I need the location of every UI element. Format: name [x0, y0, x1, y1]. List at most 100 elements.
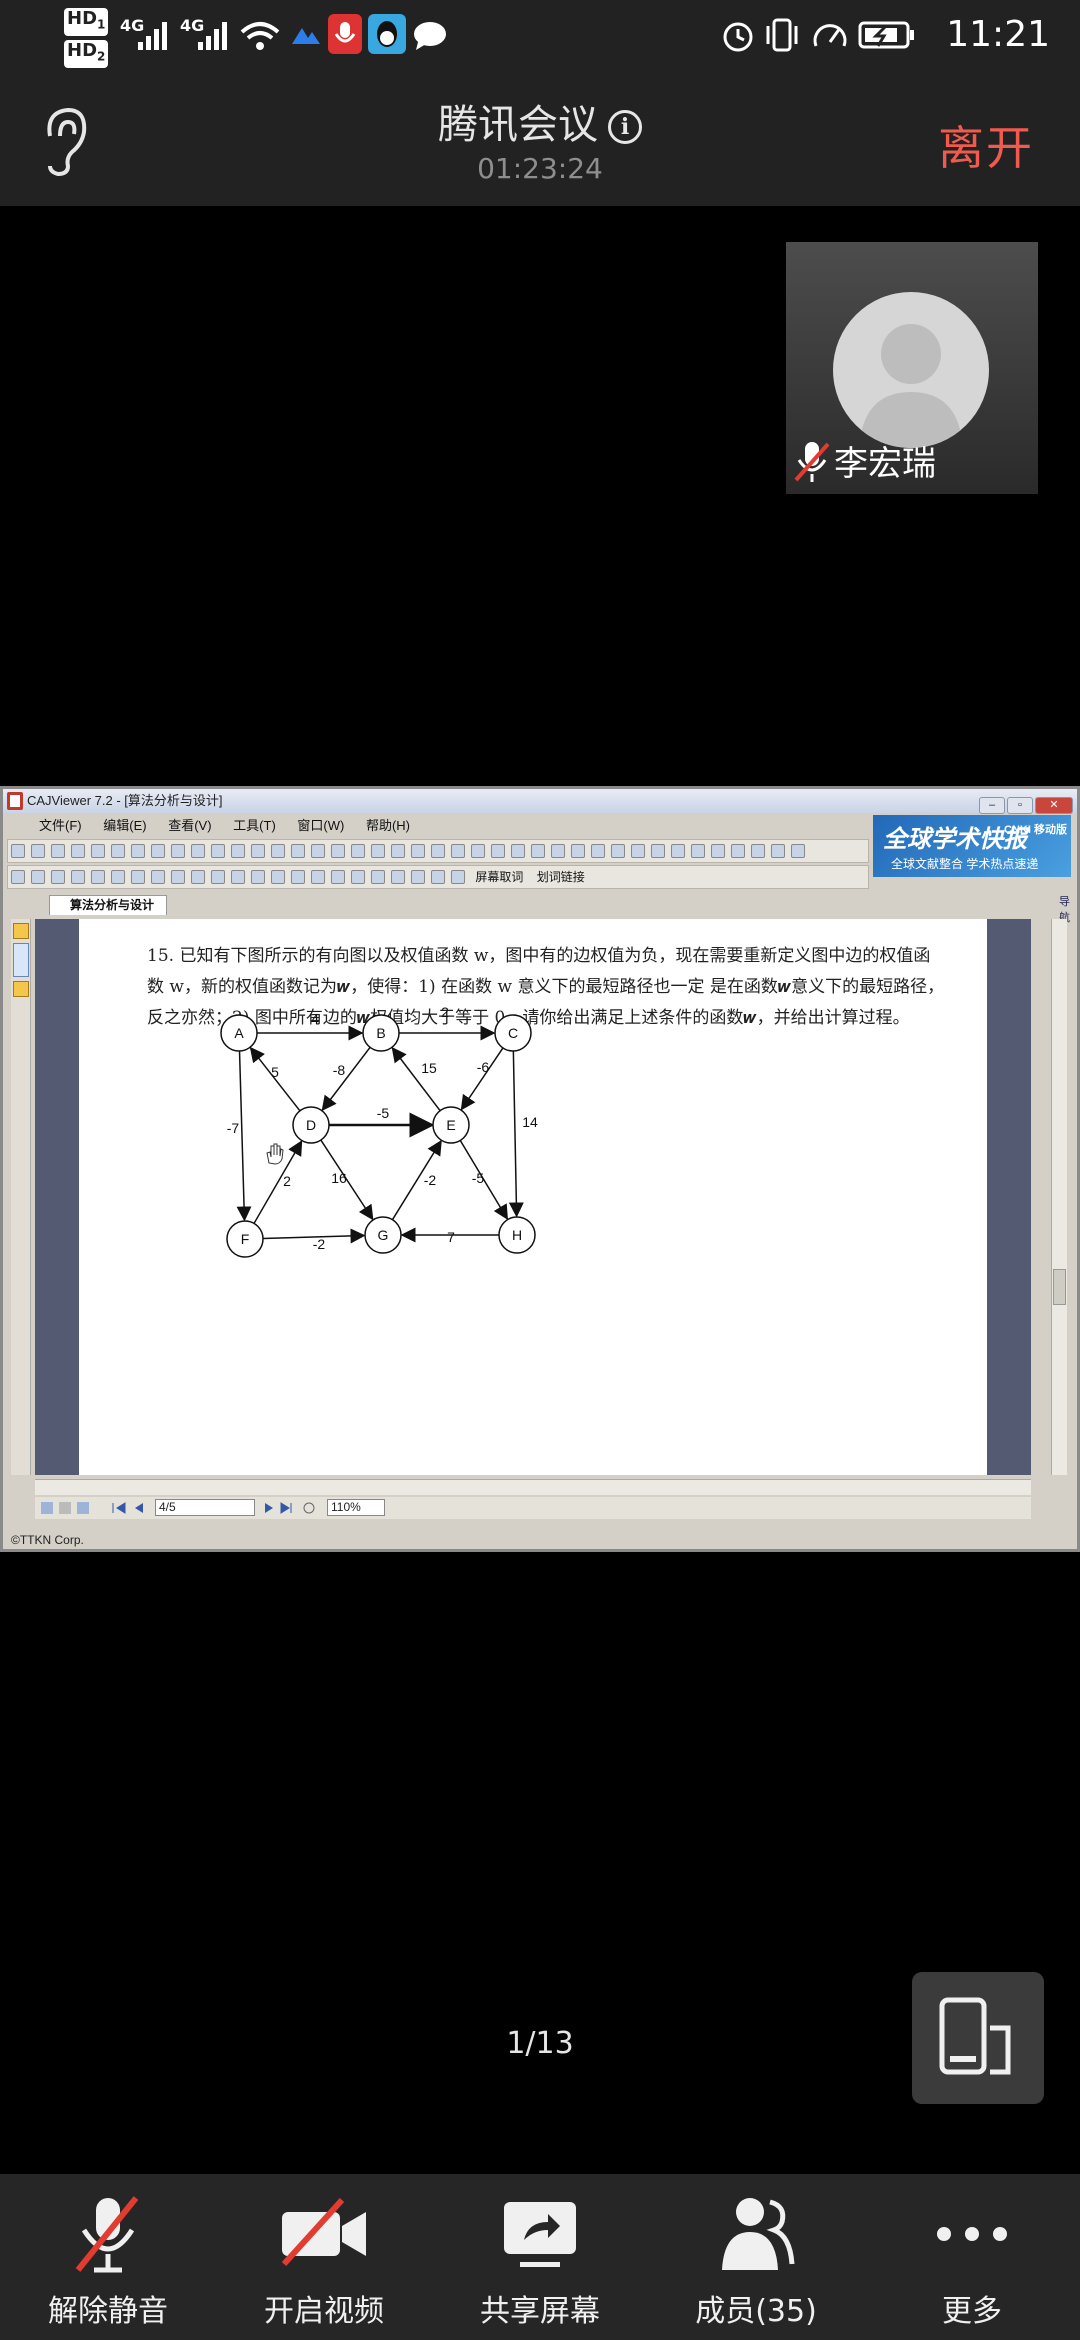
graph-node-f: F [226, 1220, 264, 1258]
info-icon[interactable]: i [608, 110, 642, 144]
minimize-icon[interactable]: – [979, 797, 1005, 814]
graph-edge-weight: -2 [313, 1236, 326, 1252]
more-button[interactable]: 更多 [872, 2192, 1072, 2330]
share-screen-label: 共享屏幕 [480, 2294, 600, 2329]
graph-node-b: B [362, 1014, 400, 1052]
more-icon [937, 2227, 1007, 2241]
graph-node-e: E [432, 1106, 470, 1144]
maximize-icon[interactable]: ▫ [1007, 797, 1033, 814]
sidebar-tool-icon[interactable] [13, 923, 29, 939]
menu-window[interactable]: 窗口(W) [297, 818, 344, 833]
window-titlebar: CAJViewer 7.2 - [算法分析与设计] – ▫ ✕ [3, 789, 1077, 814]
switch-view-button[interactable] [912, 1972, 1044, 2104]
annotation-toolbar[interactable]: 屏幕取词 划词链接 [7, 865, 869, 889]
menu-file[interactable]: 文件(F) [39, 818, 82, 833]
zoom-field[interactable]: 110% [327, 1499, 385, 1516]
sidebar-tool-icon[interactable] [13, 943, 29, 977]
start-video-button[interactable]: 开启视频 [224, 2192, 424, 2330]
participant-name: 李宏瑞 [834, 444, 936, 484]
menu-edit[interactable]: 编辑(E) [103, 818, 146, 833]
scrollbar-thumb[interactable] [1053, 1269, 1066, 1305]
graph-node-g: G [364, 1216, 402, 1254]
wifi-icon [240, 22, 280, 50]
word-link-button[interactable]: 划词链接 [537, 870, 585, 884]
status-bar: HD1 HD2 4G 4G 11:21 [0, 0, 1080, 78]
leave-button[interactable]: 离开 [938, 112, 1034, 178]
graph-edge-weight: 5 [271, 1064, 279, 1080]
chat-icon [414, 22, 446, 50]
unmute-button[interactable]: 解除静音 [8, 2192, 208, 2330]
graph-node-label: A [234, 1025, 244, 1041]
members-icon [722, 2198, 795, 2270]
graph-edge-weight: 16 [331, 1170, 347, 1186]
graph-node-label: H [512, 1227, 522, 1243]
graph-node-c: C [494, 1014, 532, 1052]
share-screen-button[interactable]: 共享屏幕 [440, 2192, 640, 2330]
page-nav-icons[interactable] [39, 1500, 149, 1516]
members-button[interactable]: 成员(35) [656, 2192, 856, 2330]
menu-tools[interactable]: 工具(T) [233, 818, 276, 833]
mic-recording-icon [328, 14, 362, 54]
page-nav-next-icons[interactable] [261, 1500, 321, 1516]
directed-graph: 4 2 5 -8 15 -6 -5 -7 14 2 16 -2 -5 -2 7 A B C D E F G H [220, 1004, 538, 1258]
graph-edge-b-d [321, 1046, 371, 1112]
avatar [833, 292, 989, 448]
shared-screen[interactable]: CAJViewer 7.2 - [算法分析与设计] – ▫ ✕ 文件(F) 编辑(E… [0, 786, 1080, 1552]
horizontal-scrollbar[interactable] [35, 1479, 1031, 1495]
vibrate-icon [766, 18, 798, 52]
alarm-icon [723, 22, 753, 52]
document-area[interactable]: 15. 已知有下图所示的有向图以及权值函数 w，图中有的边权值为负，现在需要重新… [35, 919, 1031, 1475]
ad-subtitle: 全球文献整合 学术热点速递 [891, 857, 1039, 871]
signal-icon [198, 22, 227, 50]
graph-node-label: C [508, 1025, 518, 1041]
muted-mic-icon [794, 442, 830, 482]
meeting-header: 腾讯会议 i 01:23:24 离开 [0, 78, 1080, 206]
signal-icon [138, 22, 167, 50]
battery-icon [858, 21, 914, 49]
graph-edge-weight: -6 [477, 1059, 490, 1075]
graph-edge-weight: 2 [441, 1004, 449, 1020]
graph-node-a: A [220, 1014, 258, 1052]
graph-edge-weight: 14 [522, 1114, 538, 1130]
ad-banner[interactable]: 全球学术快报 CNKI 移动版 全球文献整合 学术热点速递 [873, 815, 1071, 877]
graph-edge-c-h [508, 1050, 524, 1218]
graph-edge-e-b [391, 1046, 441, 1112]
sidebar-tool-icon[interactable] [13, 981, 29, 997]
document-page: 15. 已知有下图所示的有向图以及权值函数 w，图中有的边权值为负，现在需要重新… [79, 919, 987, 1475]
graph-node-label: G [378, 1227, 389, 1243]
graph-edge-weight: 7 [447, 1229, 455, 1245]
app-logo-icon [7, 792, 23, 810]
main-toolbar[interactable] [7, 839, 869, 863]
graph-node-d: D [292, 1106, 330, 1144]
screen-word-pick-button[interactable]: 屏幕取词 [475, 870, 523, 884]
graph-node-label: E [446, 1117, 455, 1133]
meeting-title[interactable]: 腾讯会议 i [0, 92, 1080, 150]
vertical-scrollbar[interactable] [1051, 919, 1067, 1475]
clock: 11:21 [946, 14, 1050, 55]
copyright-label: ©TTKN Corp. [11, 1533, 84, 1547]
graph-edge-weight: -2 [424, 1172, 437, 1188]
hd-icon: HD1 [64, 8, 109, 36]
close-icon[interactable]: ✕ [1035, 797, 1073, 814]
hand-cursor-icon [266, 1143, 284, 1165]
page-number-field[interactable]: 4/5 [155, 1499, 255, 1516]
tab-document[interactable]: 算法分析与设计 [49, 895, 168, 915]
menu-help[interactable]: 帮助(H) [366, 818, 410, 833]
speed-icon [813, 24, 847, 47]
graph-node-label: D [306, 1117, 316, 1133]
graph-edge-weight: 2 [283, 1173, 291, 1189]
graph-edge-weight: -8 [333, 1062, 346, 1078]
window-title: CAJViewer 7.2 - [算法分析与设计] [27, 793, 223, 808]
graph-edge-weight: -5 [377, 1105, 390, 1121]
graph-node-h: H [498, 1216, 536, 1254]
graph-edge-weight: -5 [472, 1170, 485, 1186]
unmute-label: 解除静音 [48, 2294, 168, 2329]
more-label: 更多 [942, 2294, 1002, 2329]
graph-edge-weight: 4 [311, 1011, 319, 1027]
participant-video-tile[interactable]: 李宏瑞 [786, 242, 1038, 494]
graph-edge-weight: 15 [421, 1060, 437, 1076]
menu-view[interactable]: 查看(V) [168, 818, 211, 833]
muted-mic-icon [75, 2196, 139, 2273]
hd-icon: HD2 [64, 40, 109, 68]
graph-node-label: F [241, 1231, 250, 1247]
